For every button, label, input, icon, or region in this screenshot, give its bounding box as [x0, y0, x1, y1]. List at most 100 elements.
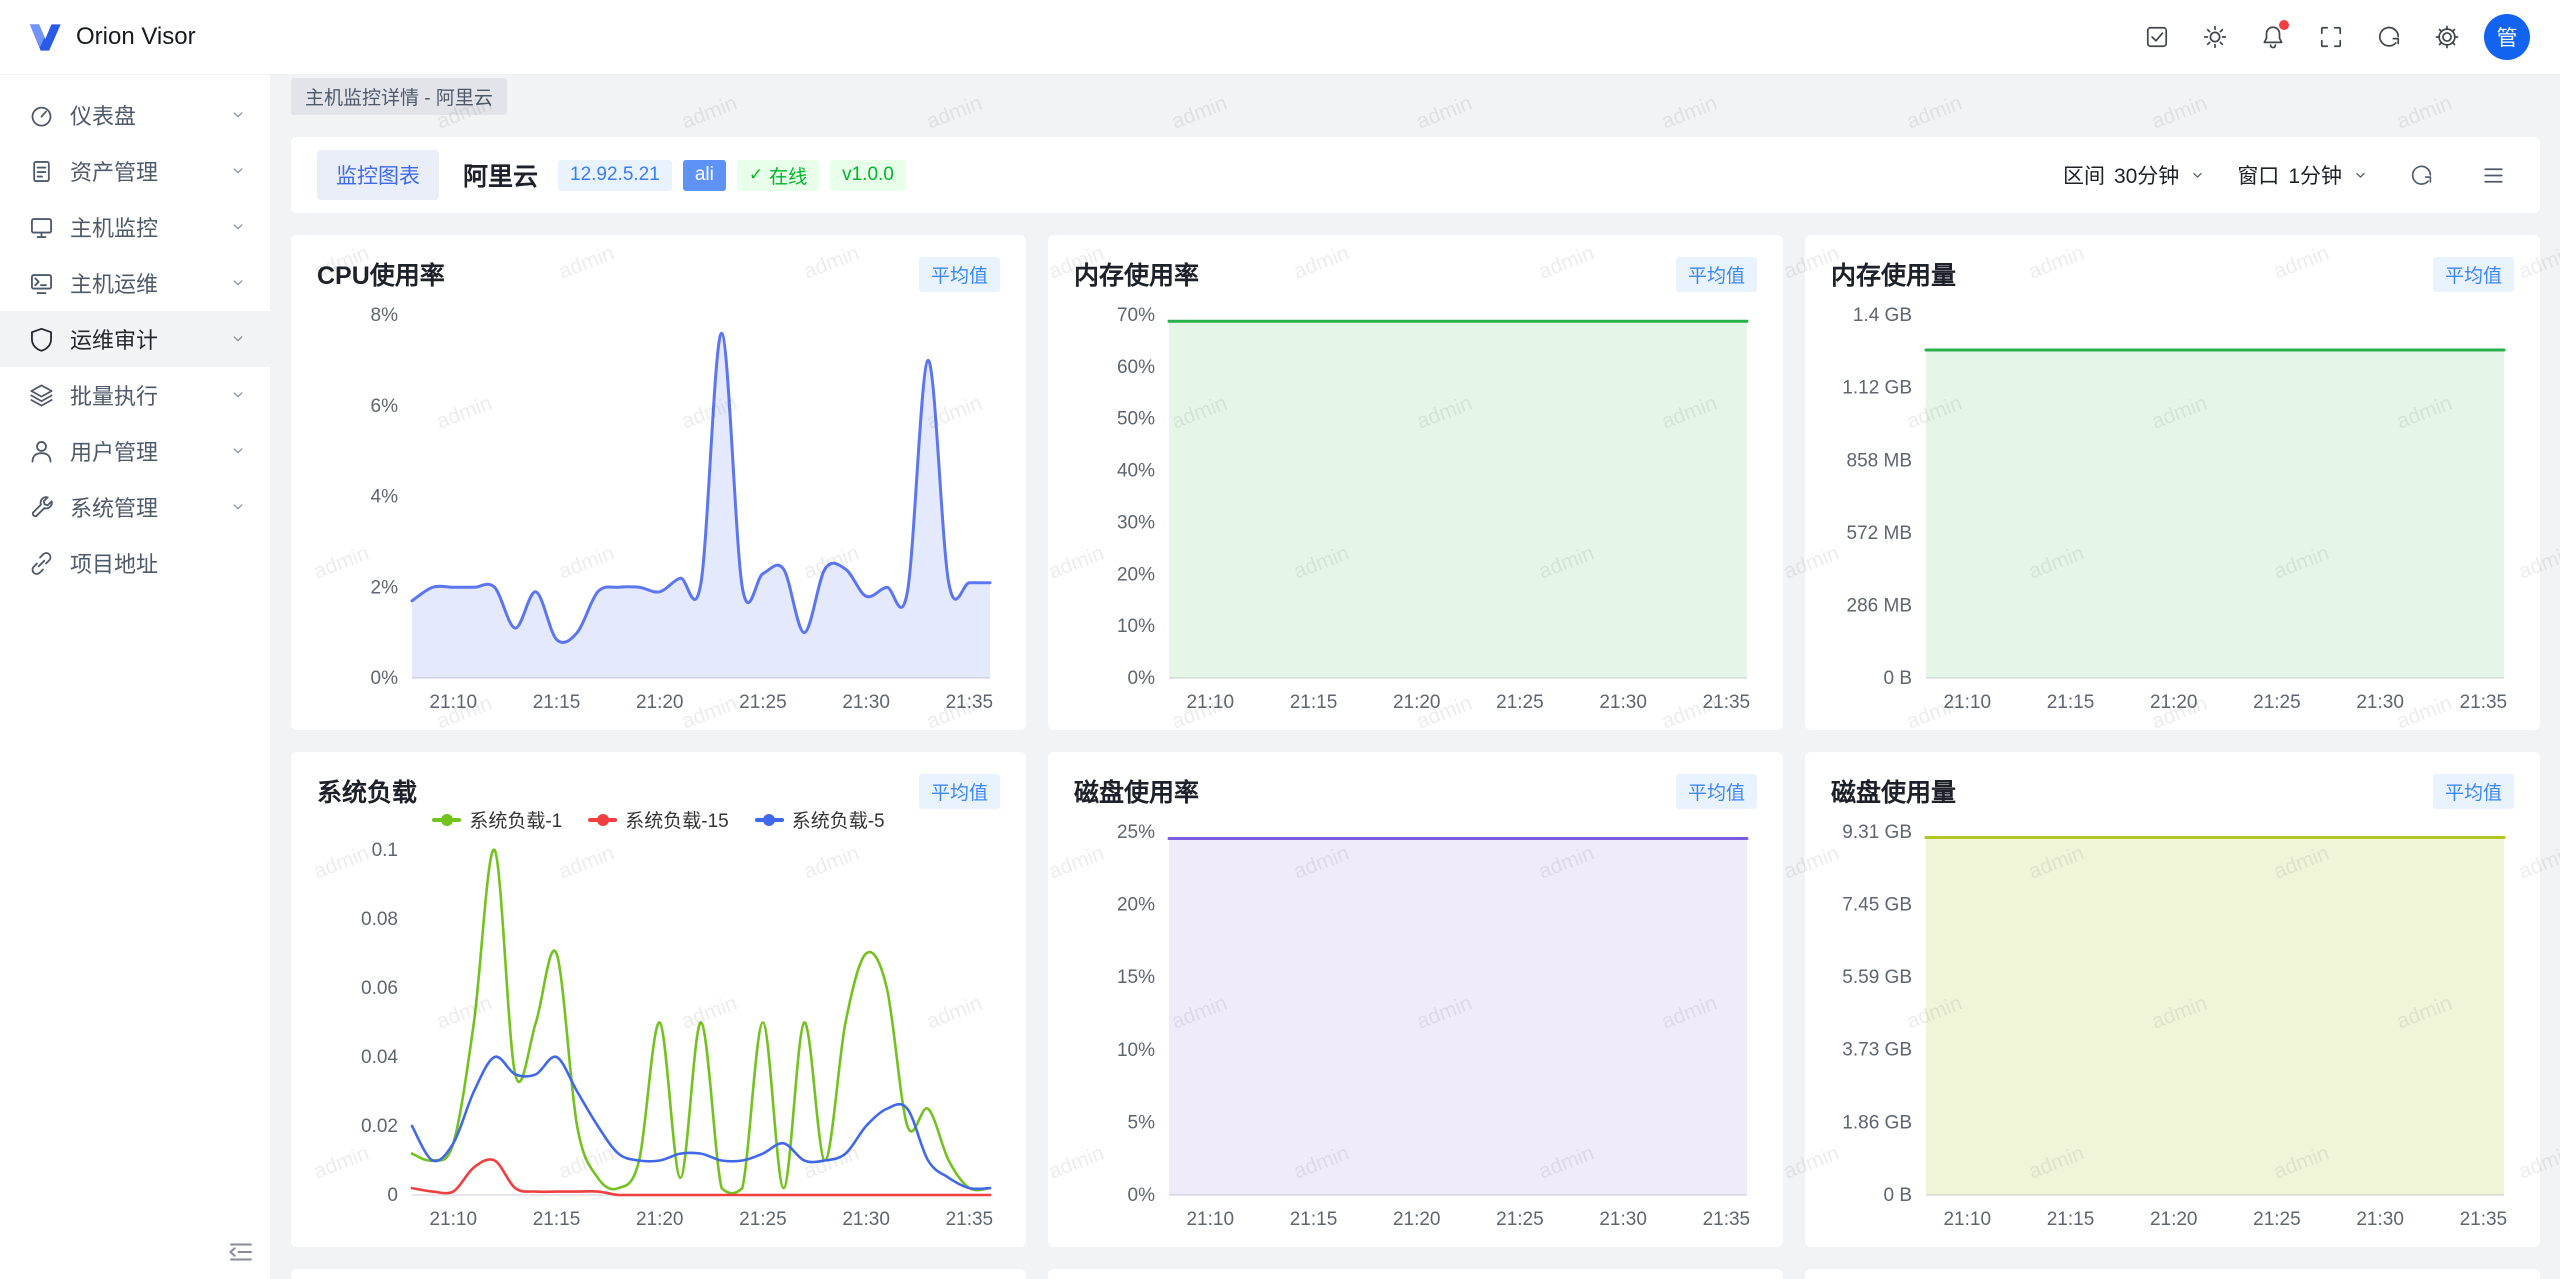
sidebar-item-ops-audit[interactable]: 运维审计	[0, 311, 270, 367]
sidebar-item-label: 运维审计	[70, 323, 228, 355]
y-tick-label: 286 MB	[1847, 596, 1912, 617]
chart-title: CPU使用率	[317, 256, 445, 292]
y-tick-label: 5.59 GB	[1842, 967, 1912, 988]
sidebar-item-label: 批量执行	[70, 379, 228, 411]
sidebar-collapse-button[interactable]	[226, 1237, 256, 1267]
y-tick-label: 20%	[1117, 564, 1155, 585]
chart-disk-usage[interactable]: 0 B1.86 GB3.73 GB5.59 GB7.45 GB9.31 GB21…	[1831, 814, 2514, 1233]
chart-svg-mem-rate: 0%10%20%30%40%50%60%70%21:1021:1521:2021…	[1074, 297, 1757, 716]
legend-item[interactable]: 系统负载-5	[755, 806, 885, 833]
y-tick-label: 20%	[1117, 895, 1155, 916]
chevron-down-icon	[228, 385, 248, 405]
gear-button[interactable]	[2424, 14, 2470, 60]
y-tick-label: 6%	[371, 396, 399, 417]
y-tick-label: 858 MB	[1847, 451, 1912, 472]
y-tick-label: 70%	[1117, 305, 1155, 326]
chart-title: 内存使用量	[1831, 256, 1956, 292]
chart-mem-usage[interactable]: 0 B286 MB572 MB858 MB1.12 GB1.4 GB21:102…	[1831, 297, 2514, 716]
chevron-down-icon	[228, 497, 248, 517]
y-tick-label: 3.73 GB	[1842, 1040, 1912, 1061]
refresh-charts-button[interactable]	[2400, 154, 2442, 196]
chart-card-partial	[1048, 1269, 1783, 1279]
y-tick-label: 10%	[1117, 1040, 1155, 1061]
chart-disk-rate[interactable]: 0%5%10%15%20%25%21:1021:1521:2021:2521:3…	[1074, 814, 1757, 1233]
sidebar-item-assets[interactable]: 资产管理	[0, 143, 270, 199]
legend-marker	[588, 818, 617, 822]
chart-svg-cpu-usage: 0%2%4%6%8%21:1021:1521:2021:2521:3021:35	[317, 297, 1000, 716]
x-tick-label: 21:30	[842, 1209, 890, 1230]
sidebar-item-user-mgmt[interactable]: 用户管理	[0, 423, 270, 479]
link-icon	[28, 550, 55, 577]
header-actions	[2134, 14, 2470, 60]
chart-card-mem-usage: 内存使用量 平均值 0 B286 MB572 MB858 MB1.12 GB1.…	[1805, 235, 2540, 730]
chart-card-disk-usage: 磁盘使用量 平均值 0 B1.86 GB3.73 GB5.59 GB7.45 G…	[1805, 752, 2540, 1247]
average-badge: 平均值	[919, 774, 1000, 809]
chevron-down-icon	[228, 161, 248, 181]
x-tick-label: 21:35	[1703, 692, 1751, 713]
sun-button[interactable]	[2192, 14, 2238, 60]
x-tick-label: 21:35	[1703, 1209, 1751, 1230]
host-tag: v1.0.0	[830, 160, 906, 191]
layers-icon	[28, 382, 55, 409]
y-tick-label: 0.06	[361, 978, 398, 999]
sidebar-item-label: 资产管理	[70, 155, 228, 187]
window-select[interactable]: 窗口 1分钟	[2237, 160, 2370, 190]
sidebar-item-label: 项目地址	[70, 547, 248, 579]
check-icon: ✓	[749, 165, 763, 185]
chart-card-partial	[291, 1269, 1026, 1279]
user-avatar[interactable]: 管	[2484, 14, 2530, 60]
legend-item[interactable]: 系统负载-15	[588, 806, 728, 833]
series-line	[412, 850, 990, 1194]
collapse-icon	[226, 1237, 256, 1267]
monitor-chart-button[interactable]: 监控图表	[317, 150, 439, 200]
sidebar-item-system-mgmt[interactable]: 系统管理	[0, 479, 270, 535]
y-tick-label: 5%	[1128, 1112, 1156, 1133]
breadcrumb-bar: 主机监控详情 - 阿里云	[271, 75, 2560, 117]
legend-marker	[755, 818, 784, 822]
chevron-down-icon	[228, 217, 248, 237]
fullscreen-button[interactable]	[2308, 14, 2354, 60]
avatar-text: 管	[2497, 22, 2518, 52]
y-tick-label: 9.31 GB	[1842, 822, 1912, 843]
sidebar-item-label: 仪表盘	[70, 99, 228, 131]
sidebar-item-project-link[interactable]: 项目地址	[0, 535, 270, 591]
x-tick-label: 21:20	[2150, 1209, 2198, 1230]
y-tick-label: 0	[387, 1185, 398, 1206]
refresh-icon	[2409, 163, 2434, 188]
interval-value: 30分钟	[2114, 160, 2179, 190]
sidebar-item-host-monitor[interactable]: 主机监控	[0, 199, 270, 255]
check-square-button[interactable]	[2134, 14, 2180, 60]
average-badge: 平均值	[1676, 774, 1757, 809]
chart-cpu-usage[interactable]: 0%2%4%6%8%21:1021:1521:2021:2521:3021:35	[317, 297, 1000, 716]
x-tick-label: 21:30	[2356, 692, 2404, 713]
sidebar-item-host-ops[interactable]: 主机运维	[0, 255, 270, 311]
monitor-icon	[28, 214, 55, 241]
chevron-down-icon	[228, 105, 248, 125]
chart-card-partial	[1805, 1269, 2540, 1279]
y-tick-label: 8%	[371, 305, 399, 326]
y-tick-label: 25%	[1117, 822, 1155, 843]
x-tick-label: 21:25	[739, 692, 787, 713]
sidebar-item-batch-exec[interactable]: 批量执行	[0, 367, 270, 423]
chart-system-load[interactable]: 00.020.040.060.080.121:1021:1521:2021:25…	[317, 814, 1000, 1233]
x-tick-label: 21:35	[946, 692, 994, 713]
breadcrumb[interactable]: 主机监控详情 - 阿里云	[291, 78, 507, 115]
sidebar-item-label: 主机运维	[70, 267, 228, 299]
chart-legend: 系统负载-1 系统负载-15 系统负载-5	[317, 806, 1000, 833]
refresh-button[interactable]	[2366, 14, 2412, 60]
y-tick-label: 572 MB	[1847, 523, 1912, 544]
y-tick-label: 4%	[371, 487, 399, 508]
toolbar: 监控图表 阿里云 12.92.5.21ali✓在线v1.0.0 区间 30分钟 …	[291, 137, 2540, 213]
chart-title: 系统负载	[317, 773, 417, 809]
sidebar-item-dashboard[interactable]: 仪表盘	[0, 87, 270, 143]
chart-mem-rate[interactable]: 0%10%20%30%40%50%60%70%21:1021:1521:2021…	[1074, 297, 1757, 716]
chart-layout-button[interactable]	[2472, 154, 2514, 196]
y-tick-label: 7.45 GB	[1842, 895, 1912, 916]
x-tick-label: 21:35	[2460, 1209, 2508, 1230]
legend-item[interactable]: 系统负载-1	[432, 806, 562, 833]
x-tick-label: 21:25	[2253, 1209, 2301, 1230]
bell-button[interactable]	[2250, 14, 2296, 60]
window-value: 1分钟	[2288, 160, 2342, 190]
y-tick-label: 0.1	[372, 840, 398, 861]
interval-select[interactable]: 区间 30分钟	[2063, 160, 2207, 190]
